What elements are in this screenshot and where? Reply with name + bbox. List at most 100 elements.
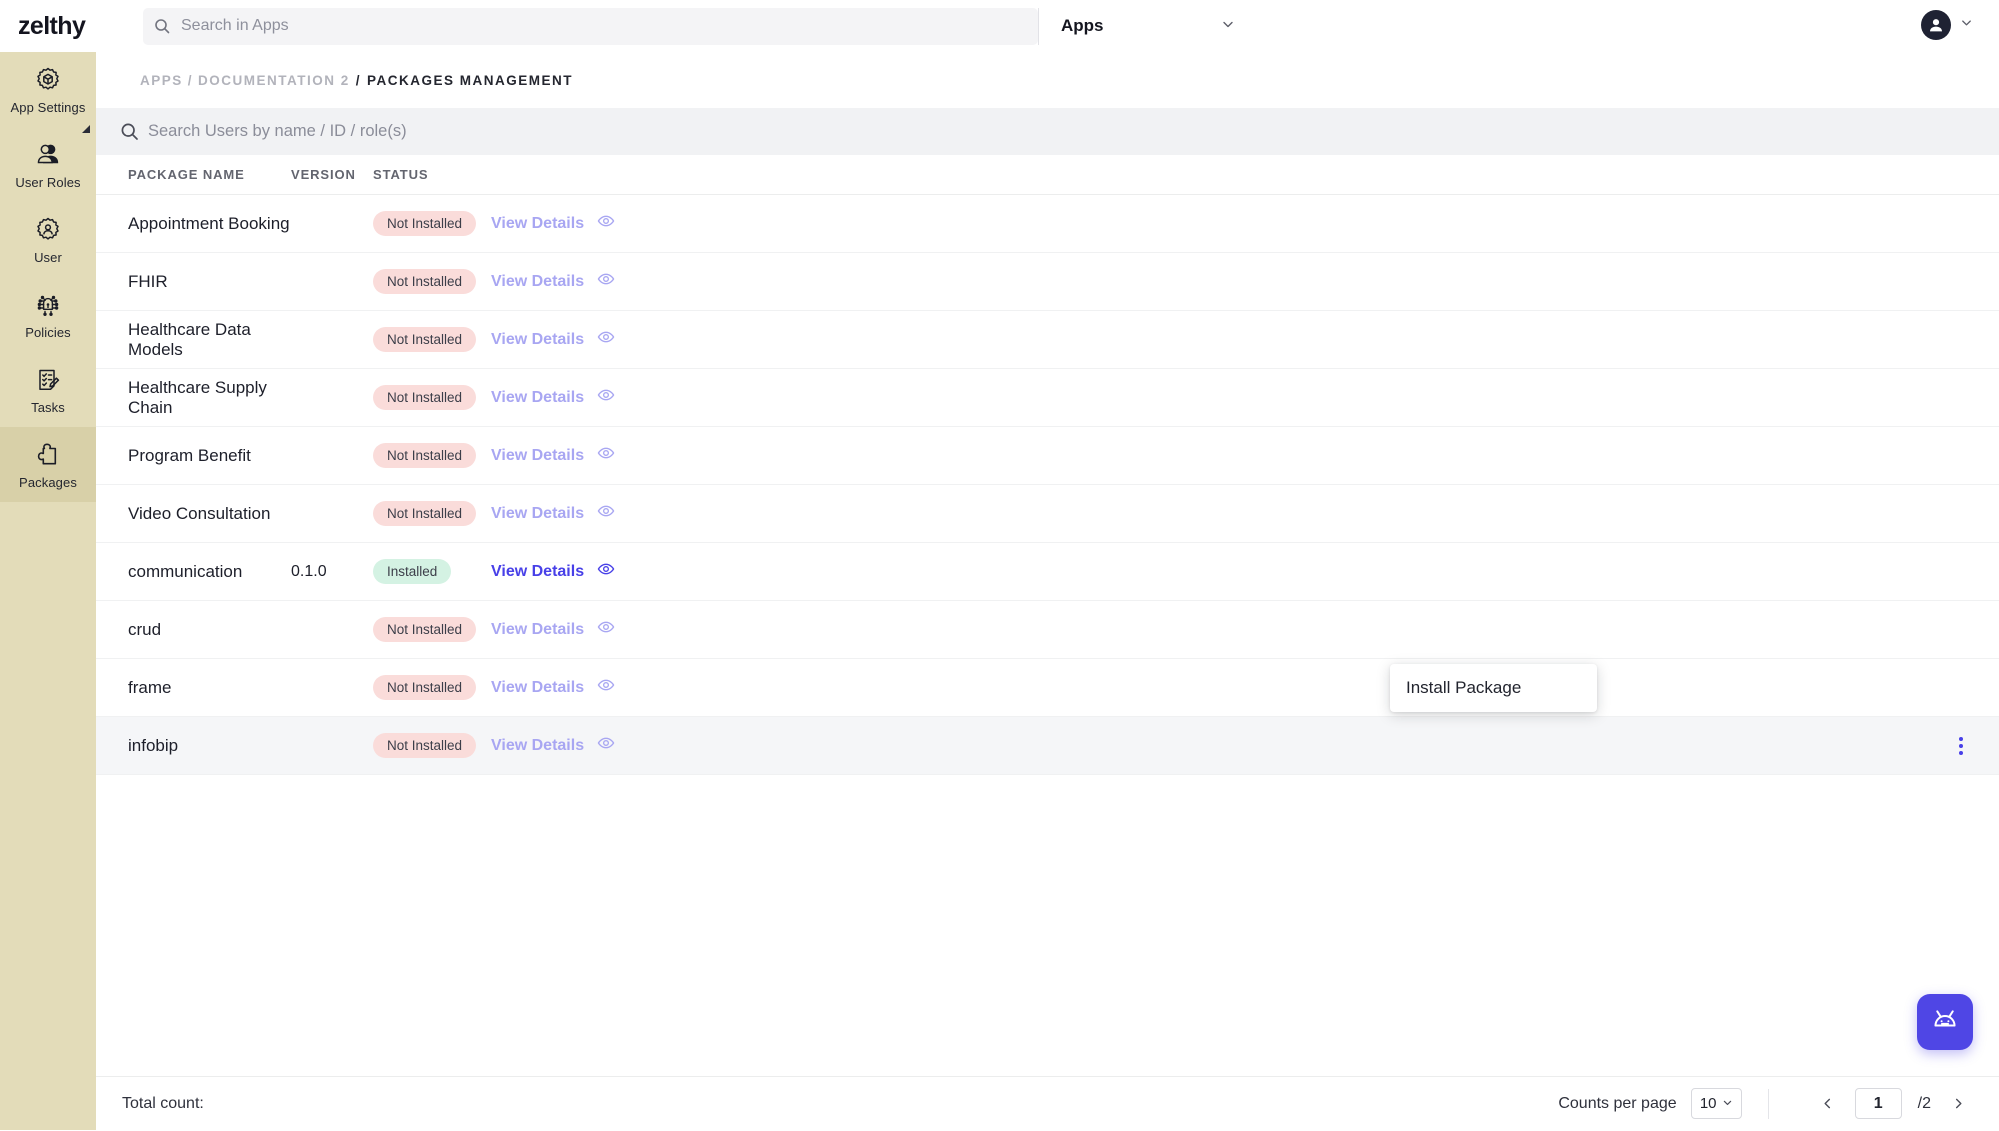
global-search-container[interactable] xyxy=(143,7,1038,45)
status-badge: Installed xyxy=(373,559,452,584)
status-badge: Not Installed xyxy=(373,733,477,758)
table-row[interactable]: Video Consultation Not Installed View De… xyxy=(96,485,1999,543)
view-details-button[interactable]: View Details xyxy=(491,676,691,699)
eye-icon[interactable] xyxy=(597,444,615,467)
view-details-label: View Details xyxy=(491,504,585,522)
table-body: Appointment Booking Not Installed View D… xyxy=(96,195,1999,775)
current-page-input[interactable]: 1 xyxy=(1854,1088,1902,1119)
view-details-button[interactable]: View Details xyxy=(491,386,691,409)
global-search-input[interactable] xyxy=(181,17,1038,35)
sidebar-item-user[interactable]: User xyxy=(0,202,96,277)
chat-assistant-button[interactable] xyxy=(1917,994,1973,1050)
sidebar-item-tasks[interactable]: Tasks xyxy=(0,352,96,427)
breadcrumb-parent[interactable]: DOCUMENTATION 2 xyxy=(198,73,350,88)
table-row[interactable]: infobip Not Installed View Details xyxy=(96,717,1999,775)
chevron-right-icon[interactable] xyxy=(1947,1093,1969,1115)
counts-per-page-select[interactable]: 10 xyxy=(1690,1088,1742,1119)
table-row[interactable]: Healthcare Data Models Not Installed Vie… xyxy=(96,311,1999,369)
view-details-button[interactable]: View Details xyxy=(491,328,691,351)
table-row[interactable]: Appointment Booking Not Installed View D… xyxy=(96,195,1999,253)
sidebar-item-label: Packages xyxy=(19,474,77,490)
chevron-left-icon[interactable] xyxy=(1817,1093,1839,1115)
cell-status: Not Installed xyxy=(373,385,491,410)
cell-actions: View Details xyxy=(491,560,691,583)
view-details-button[interactable]: View Details xyxy=(491,560,691,583)
sidebar-item-policies[interactable]: Policies xyxy=(0,277,96,352)
view-details-label: View Details xyxy=(491,388,585,406)
app-selector-dropdown[interactable]: Apps xyxy=(1038,7,1253,45)
table-row[interactable]: FHIR Not Installed View Details xyxy=(96,253,1999,311)
table-row[interactable]: crud Not Installed View Details xyxy=(96,601,1999,659)
eye-icon[interactable] xyxy=(597,676,615,699)
sidebar-item-label: User Roles xyxy=(15,174,81,190)
counts-per-page: Counts per page 10 xyxy=(1558,1088,1767,1119)
counts-per-page-label: Counts per page xyxy=(1558,1094,1677,1112)
view-details-label: View Details xyxy=(491,330,585,348)
sidebar-item-app-settings[interactable]: App Settings xyxy=(0,52,96,133)
chevron-down-icon xyxy=(1960,16,1973,34)
sidebar-item-packages[interactable]: Packages xyxy=(0,427,96,502)
status-badge: Not Installed xyxy=(373,327,477,352)
install-package-menu-item[interactable]: Install Package xyxy=(1406,678,1521,698)
user-menu[interactable] xyxy=(1921,10,1973,40)
eye-icon[interactable] xyxy=(597,734,615,757)
main-content: APPS / DOCUMENTATION 2 / PACKAGES MANAGE… xyxy=(96,52,1999,1130)
view-details-button[interactable]: View Details xyxy=(491,502,691,525)
view-details-button[interactable]: View Details xyxy=(491,270,691,293)
brand-logo[interactable]: zelthy xyxy=(0,12,96,41)
cell-package-name: Video Consultation xyxy=(128,503,271,523)
eye-icon[interactable] xyxy=(597,212,615,235)
cell-package-name: frame xyxy=(128,677,172,697)
cell-status: Not Installed xyxy=(373,211,491,236)
app-selector-label: Apps xyxy=(1061,16,1104,35)
sidebar-item-label: User xyxy=(34,249,62,265)
sidebar-item-label: Policies xyxy=(25,324,71,340)
row-context-menu[interactable]: Install Package xyxy=(1390,664,1597,712)
view-details-button[interactable]: View Details xyxy=(491,618,691,641)
cell-version: 0.1.0 xyxy=(291,562,327,580)
view-details-label: View Details xyxy=(491,562,585,580)
eye-icon[interactable] xyxy=(597,502,615,525)
eye-icon[interactable] xyxy=(597,270,615,293)
sidebar-item-label: Tasks xyxy=(31,399,65,415)
breadcrumb-root[interactable]: APPS xyxy=(140,73,183,88)
column-header-package-name: PACKAGE NAME xyxy=(128,167,245,182)
user-search-input[interactable] xyxy=(148,122,1999,141)
view-details-button[interactable]: View Details xyxy=(491,734,691,757)
cell-status: Not Installed xyxy=(373,617,491,642)
cell-status: Not Installed xyxy=(373,269,491,294)
eye-icon[interactable] xyxy=(597,386,615,409)
cell-actions: View Details xyxy=(491,444,691,467)
table-footer: Total count: Counts per page 10 1 /2 xyxy=(96,1076,1999,1130)
eye-icon[interactable] xyxy=(597,328,615,351)
search-icon xyxy=(110,122,148,141)
cell-actions: View Details xyxy=(491,676,691,699)
cell-package-name: Healthcare Data Models xyxy=(128,319,251,359)
gear-cube-icon xyxy=(33,65,63,95)
total-count: Total count: xyxy=(96,1095,204,1113)
cell-status: Not Installed xyxy=(373,675,491,700)
view-details-button[interactable]: View Details xyxy=(491,444,691,467)
cell-actions: View Details xyxy=(491,618,691,641)
cell-status: Not Installed xyxy=(373,733,491,758)
table-row[interactable]: frame Not Installed View Details xyxy=(96,659,1999,717)
table-row[interactable]: Program Benefit Not Installed View Detai… xyxy=(96,427,1999,485)
breadcrumb-current: PACKAGES MANAGEMENT xyxy=(367,72,574,88)
page-navigation: 1 /2 xyxy=(1769,1088,1999,1119)
eye-icon[interactable] xyxy=(597,560,615,583)
view-details-label: View Details xyxy=(491,736,585,754)
view-details-button[interactable]: View Details xyxy=(491,212,691,235)
eye-icon[interactable] xyxy=(597,618,615,641)
breadcrumb-separator: / xyxy=(355,72,362,88)
row-more-actions-button[interactable] xyxy=(1959,736,1963,755)
cell-package-name: crud xyxy=(128,619,162,639)
view-details-label: View Details xyxy=(491,446,585,464)
breadcrumb-separator: / xyxy=(187,72,194,88)
cell-actions: View Details xyxy=(491,386,691,409)
sidebar-item-user-roles[interactable]: User Roles xyxy=(0,127,96,202)
user-search-container[interactable] xyxy=(96,108,1999,155)
table-row[interactable]: communication 0.1.0 Installed View Detai… xyxy=(96,543,1999,601)
view-details-label: View Details xyxy=(491,620,585,638)
puzzle-piece-icon xyxy=(35,440,61,470)
table-row[interactable]: Healthcare Supply Chain Not Installed Vi… xyxy=(96,369,1999,427)
